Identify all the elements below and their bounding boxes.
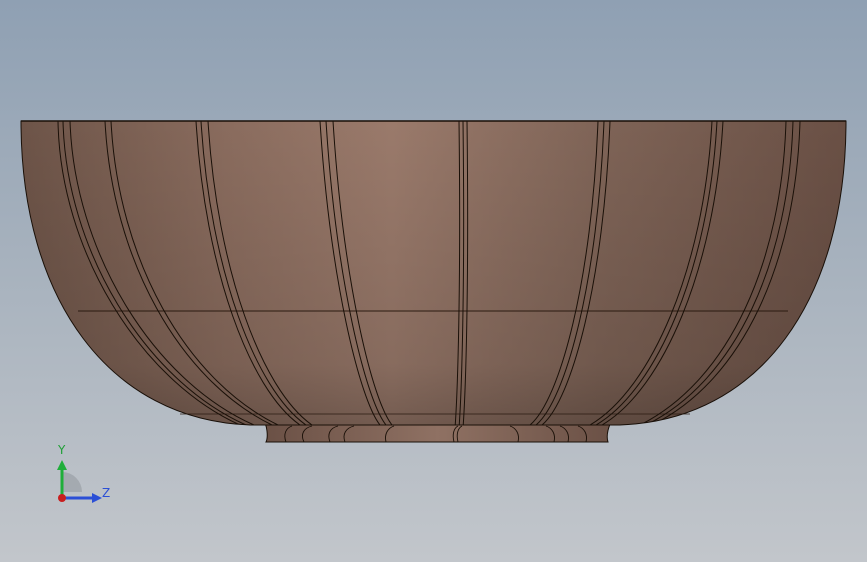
graphics-viewport[interactable]: Y Z	[0, 0, 867, 562]
triad-plane-indicator	[62, 472, 82, 492]
z-axis-label: Z	[102, 486, 110, 500]
y-axis-label: Y	[57, 443, 66, 457]
bowl-model[interactable]	[0, 0, 867, 562]
reference-triad: Y Z	[57, 443, 110, 503]
x-axis-dot	[58, 494, 66, 502]
